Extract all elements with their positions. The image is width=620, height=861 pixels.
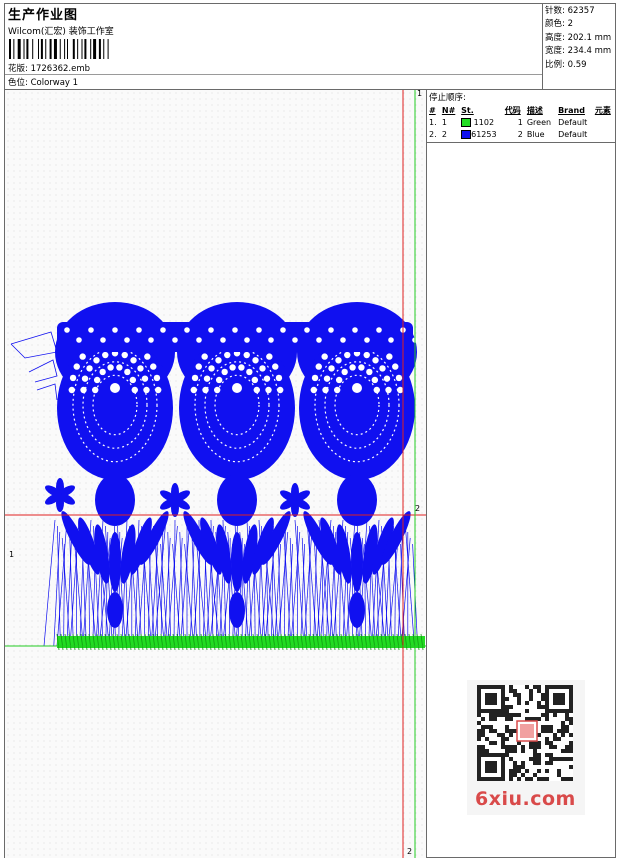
stop-sequence-table: # N# St. 代码 描述 Brand 元素 1. 1 1102 1 Gree… [427, 104, 615, 140]
colorway-name: Colorway 1 [30, 78, 79, 88]
page-title: 生产作业图 [8, 8, 79, 23]
color-swatch-blue [461, 129, 472, 139]
colorway-label: 色位: [8, 78, 28, 88]
col-desc: 描述 [526, 105, 543, 115]
blue-lace-pattern [10, 302, 425, 651]
worksheet-header: 生产作业图 Wilcom(汇宏) 装饰工作室 花版: 1726362.emb 色… [5, 4, 615, 90]
guide-marker-1-top: 1 [417, 89, 423, 98]
green-base-stitches [56, 633, 425, 651]
stray-outline-shapes [10, 331, 58, 401]
col-element: 元素 [594, 105, 611, 115]
design-label: 花版: [8, 64, 28, 74]
col-index: # [429, 105, 436, 115]
stat-colors: 颜色: 2 [545, 19, 573, 30]
col-code: 代码 [504, 105, 521, 115]
table-row: 1. 1 1102 1 Green Default [429, 117, 588, 127]
design-file-line: 花版: 1726362.emb [8, 62, 90, 74]
barcode [9, 39, 109, 59]
watermark-text: 6xiu.com [475, 788, 576, 810]
design-file-name: 1726362.emb [30, 64, 91, 74]
guide-marker-2-bottom: 2 [407, 847, 413, 856]
stat-scale: 比例: 0.59 [545, 59, 587, 70]
col-st: St. [461, 105, 474, 115]
design-preview [5, 90, 427, 858]
guide-marker-1: 1 [9, 550, 15, 559]
table-row: 2. 2 61253 2 Blue Default [429, 129, 588, 139]
design-stats: 针数: 62357 颜色: 2 高度: 202.1 mm 宽度: 234.4 m… [542, 4, 615, 90]
stat-height: 高度: 202.1 mm [545, 32, 612, 43]
side-floret-1 [45, 478, 75, 512]
guide-marker-2: 2 [415, 504, 421, 513]
col-n: N# [441, 105, 456, 115]
software-subtitle: Wilcom(汇宏) 装饰工作室 [8, 27, 114, 37]
table-header-row: # N# St. 代码 描述 Brand 元素 [427, 104, 615, 116]
red-stamp-logo [516, 720, 538, 742]
top-band [57, 322, 413, 352]
stop-sequence-title: 停止顺序: [429, 93, 466, 103]
colorway-line: 色位: Colorway 1 [8, 76, 78, 88]
embroidery-artwork [5, 90, 426, 858]
col-brand: Brand [558, 105, 585, 115]
stat-width: 宽度: 234.4 mm [545, 46, 612, 57]
color-swatch-green [461, 117, 472, 127]
header-divider [5, 74, 542, 75]
stat-stitches: 针数: 62357 [545, 6, 595, 16]
